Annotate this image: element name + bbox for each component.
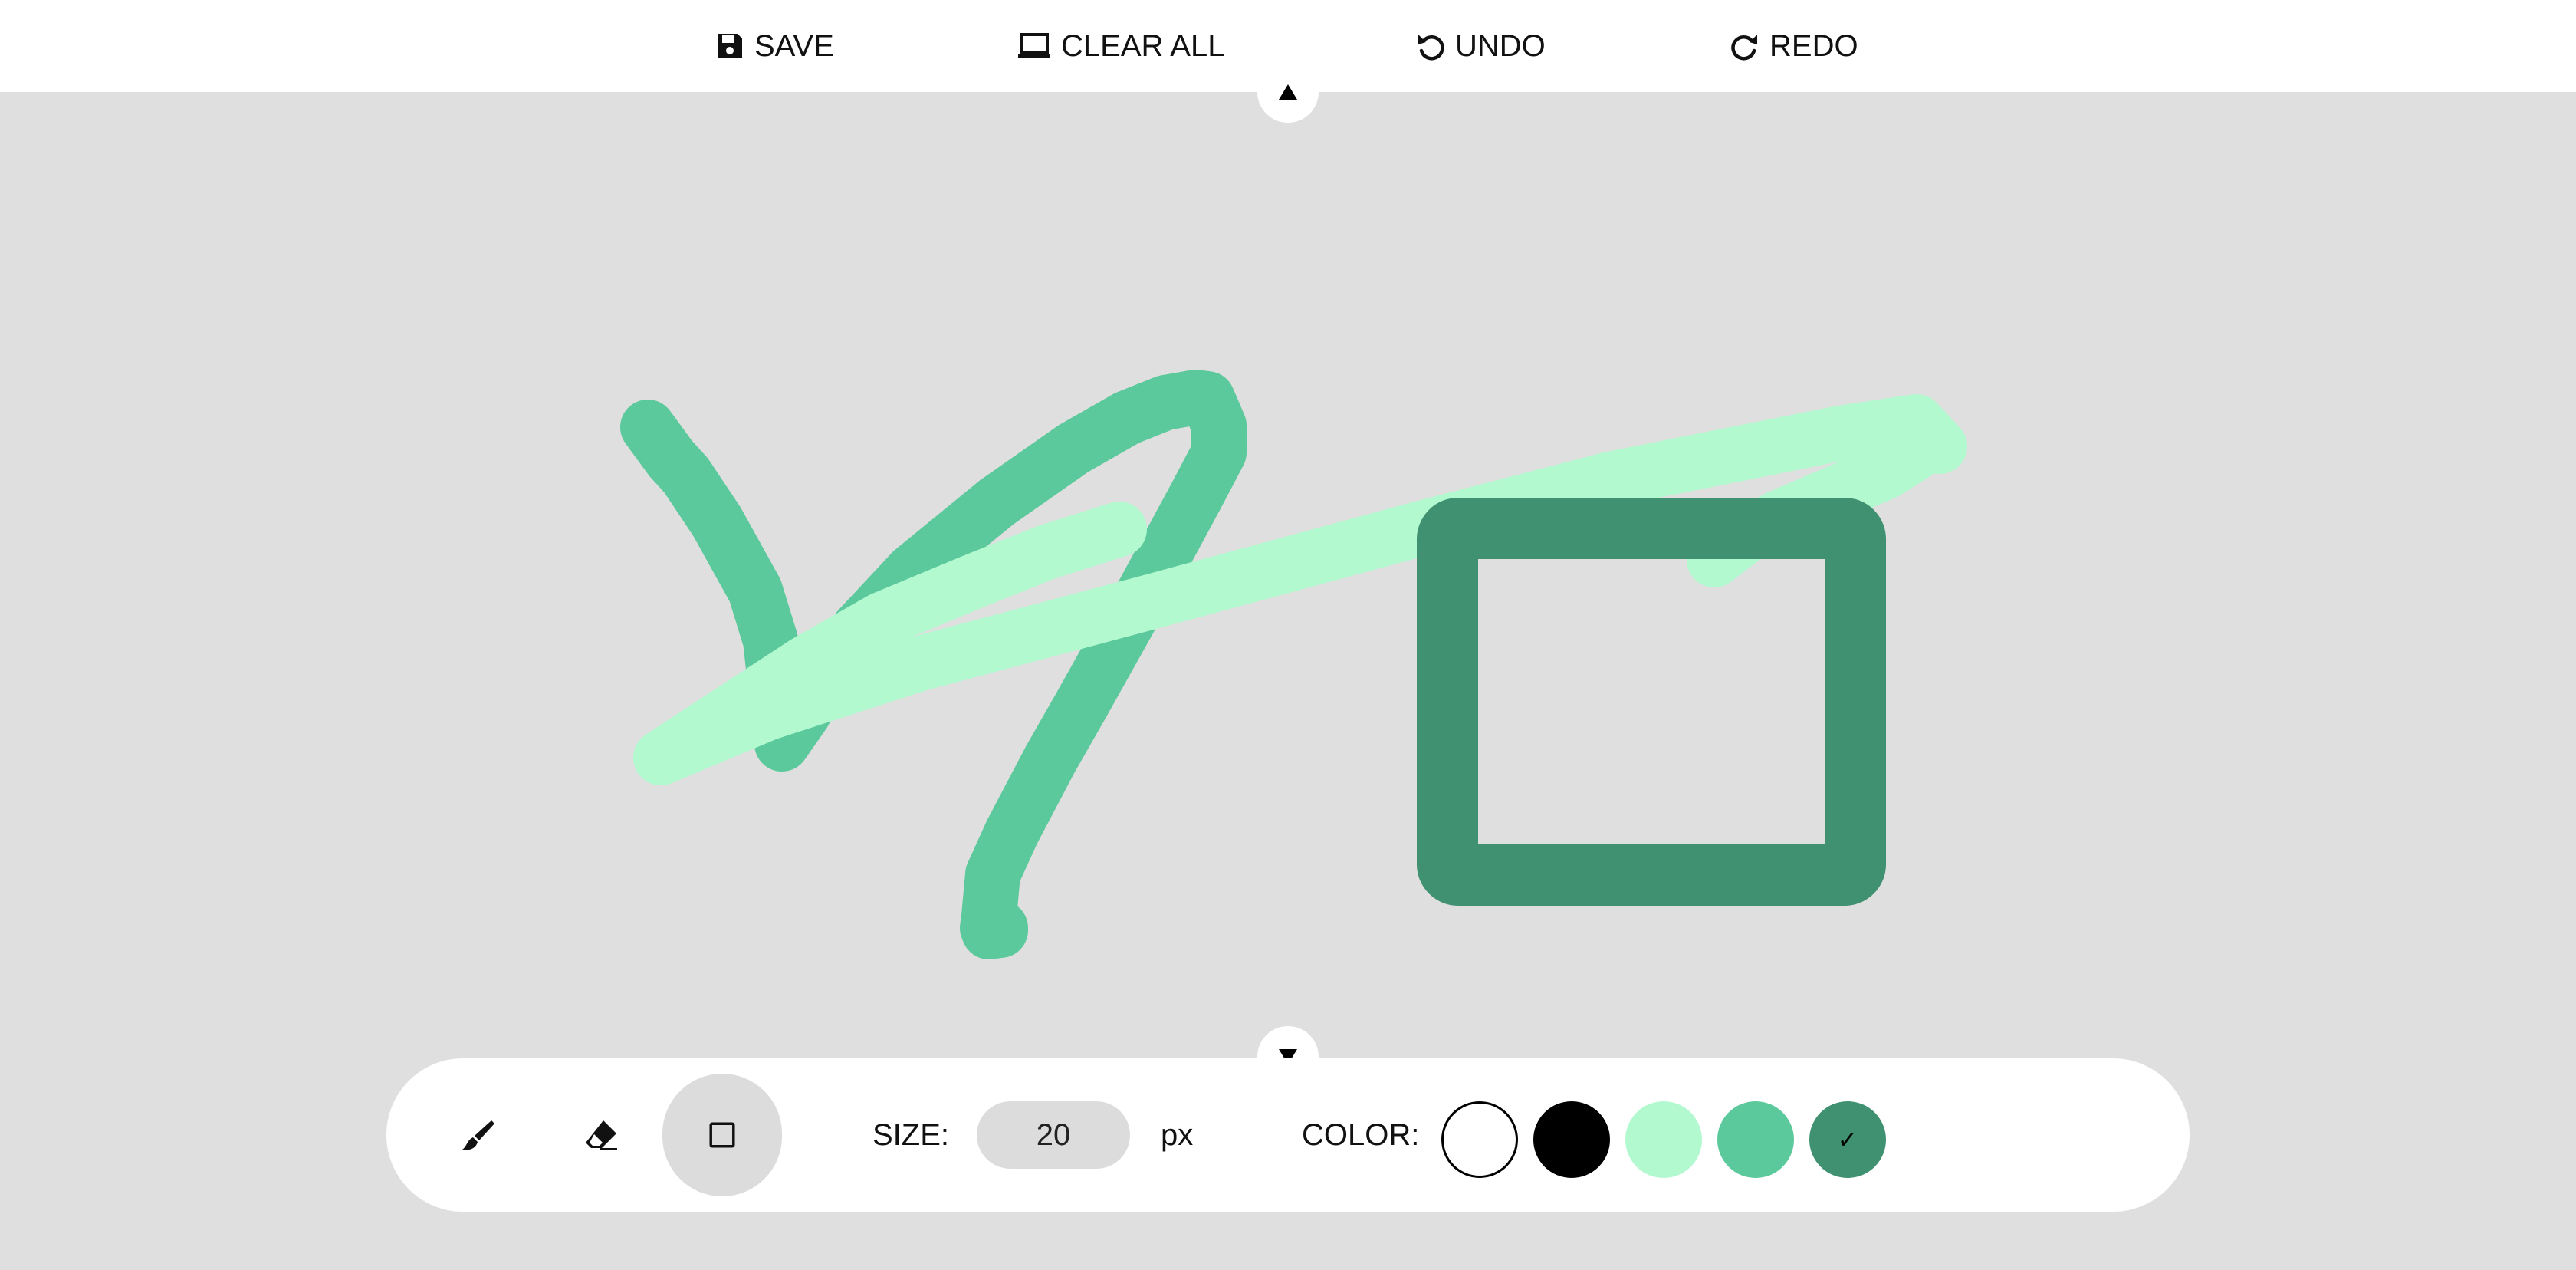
- redo-button[interactable]: REDO: [1730, 23, 1858, 69]
- undo-button[interactable]: UNDO: [1415, 23, 1546, 69]
- color-label: COLOR:: [1302, 1118, 1420, 1152]
- clear-all-label: CLEAR ALL: [1061, 28, 1225, 63]
- rectangle-shape: [1417, 498, 1886, 906]
- color-swatch-light-mint[interactable]: [1625, 1101, 1702, 1178]
- selected-check-icon: ✓: [1837, 1125, 1858, 1154]
- color-swatch-black[interactable]: [1533, 1101, 1610, 1178]
- brush-tool-button[interactable]: [419, 1074, 538, 1196]
- undo-icon: [1418, 35, 1444, 61]
- size-unit: px: [1161, 1118, 1194, 1152]
- brush-stroke-3: [633, 394, 1967, 785]
- eraser-icon: [586, 1120, 617, 1150]
- square-icon: [709, 1122, 735, 1148]
- redo-icon: [1731, 35, 1757, 61]
- color-swatch-white[interactable]: [1441, 1101, 1518, 1178]
- clear-all-button[interactable]: CLEAR ALL: [1017, 23, 1224, 69]
- save-button[interactable]: SAVE: [715, 23, 834, 69]
- eraser-tool-button[interactable]: [541, 1074, 661, 1196]
- size-input[interactable]: [977, 1101, 1130, 1169]
- save-label: SAVE: [754, 28, 834, 63]
- undo-label: UNDO: [1455, 28, 1546, 63]
- size-label: SIZE:: [872, 1118, 950, 1152]
- bottom-toolbar: SIZE: px COLOR: ✓: [386, 1058, 2190, 1212]
- color-swatch-mint[interactable]: [1717, 1101, 1794, 1178]
- monitor-icon: [1018, 33, 1050, 58]
- rectangle-tool-button[interactable]: [662, 1074, 782, 1196]
- paintbrush-icon: [462, 1120, 495, 1150]
- color-swatch-dark-green[interactable]: ✓: [1809, 1101, 1886, 1178]
- floppy-icon: [718, 34, 742, 58]
- redo-label: REDO: [1769, 28, 1858, 63]
